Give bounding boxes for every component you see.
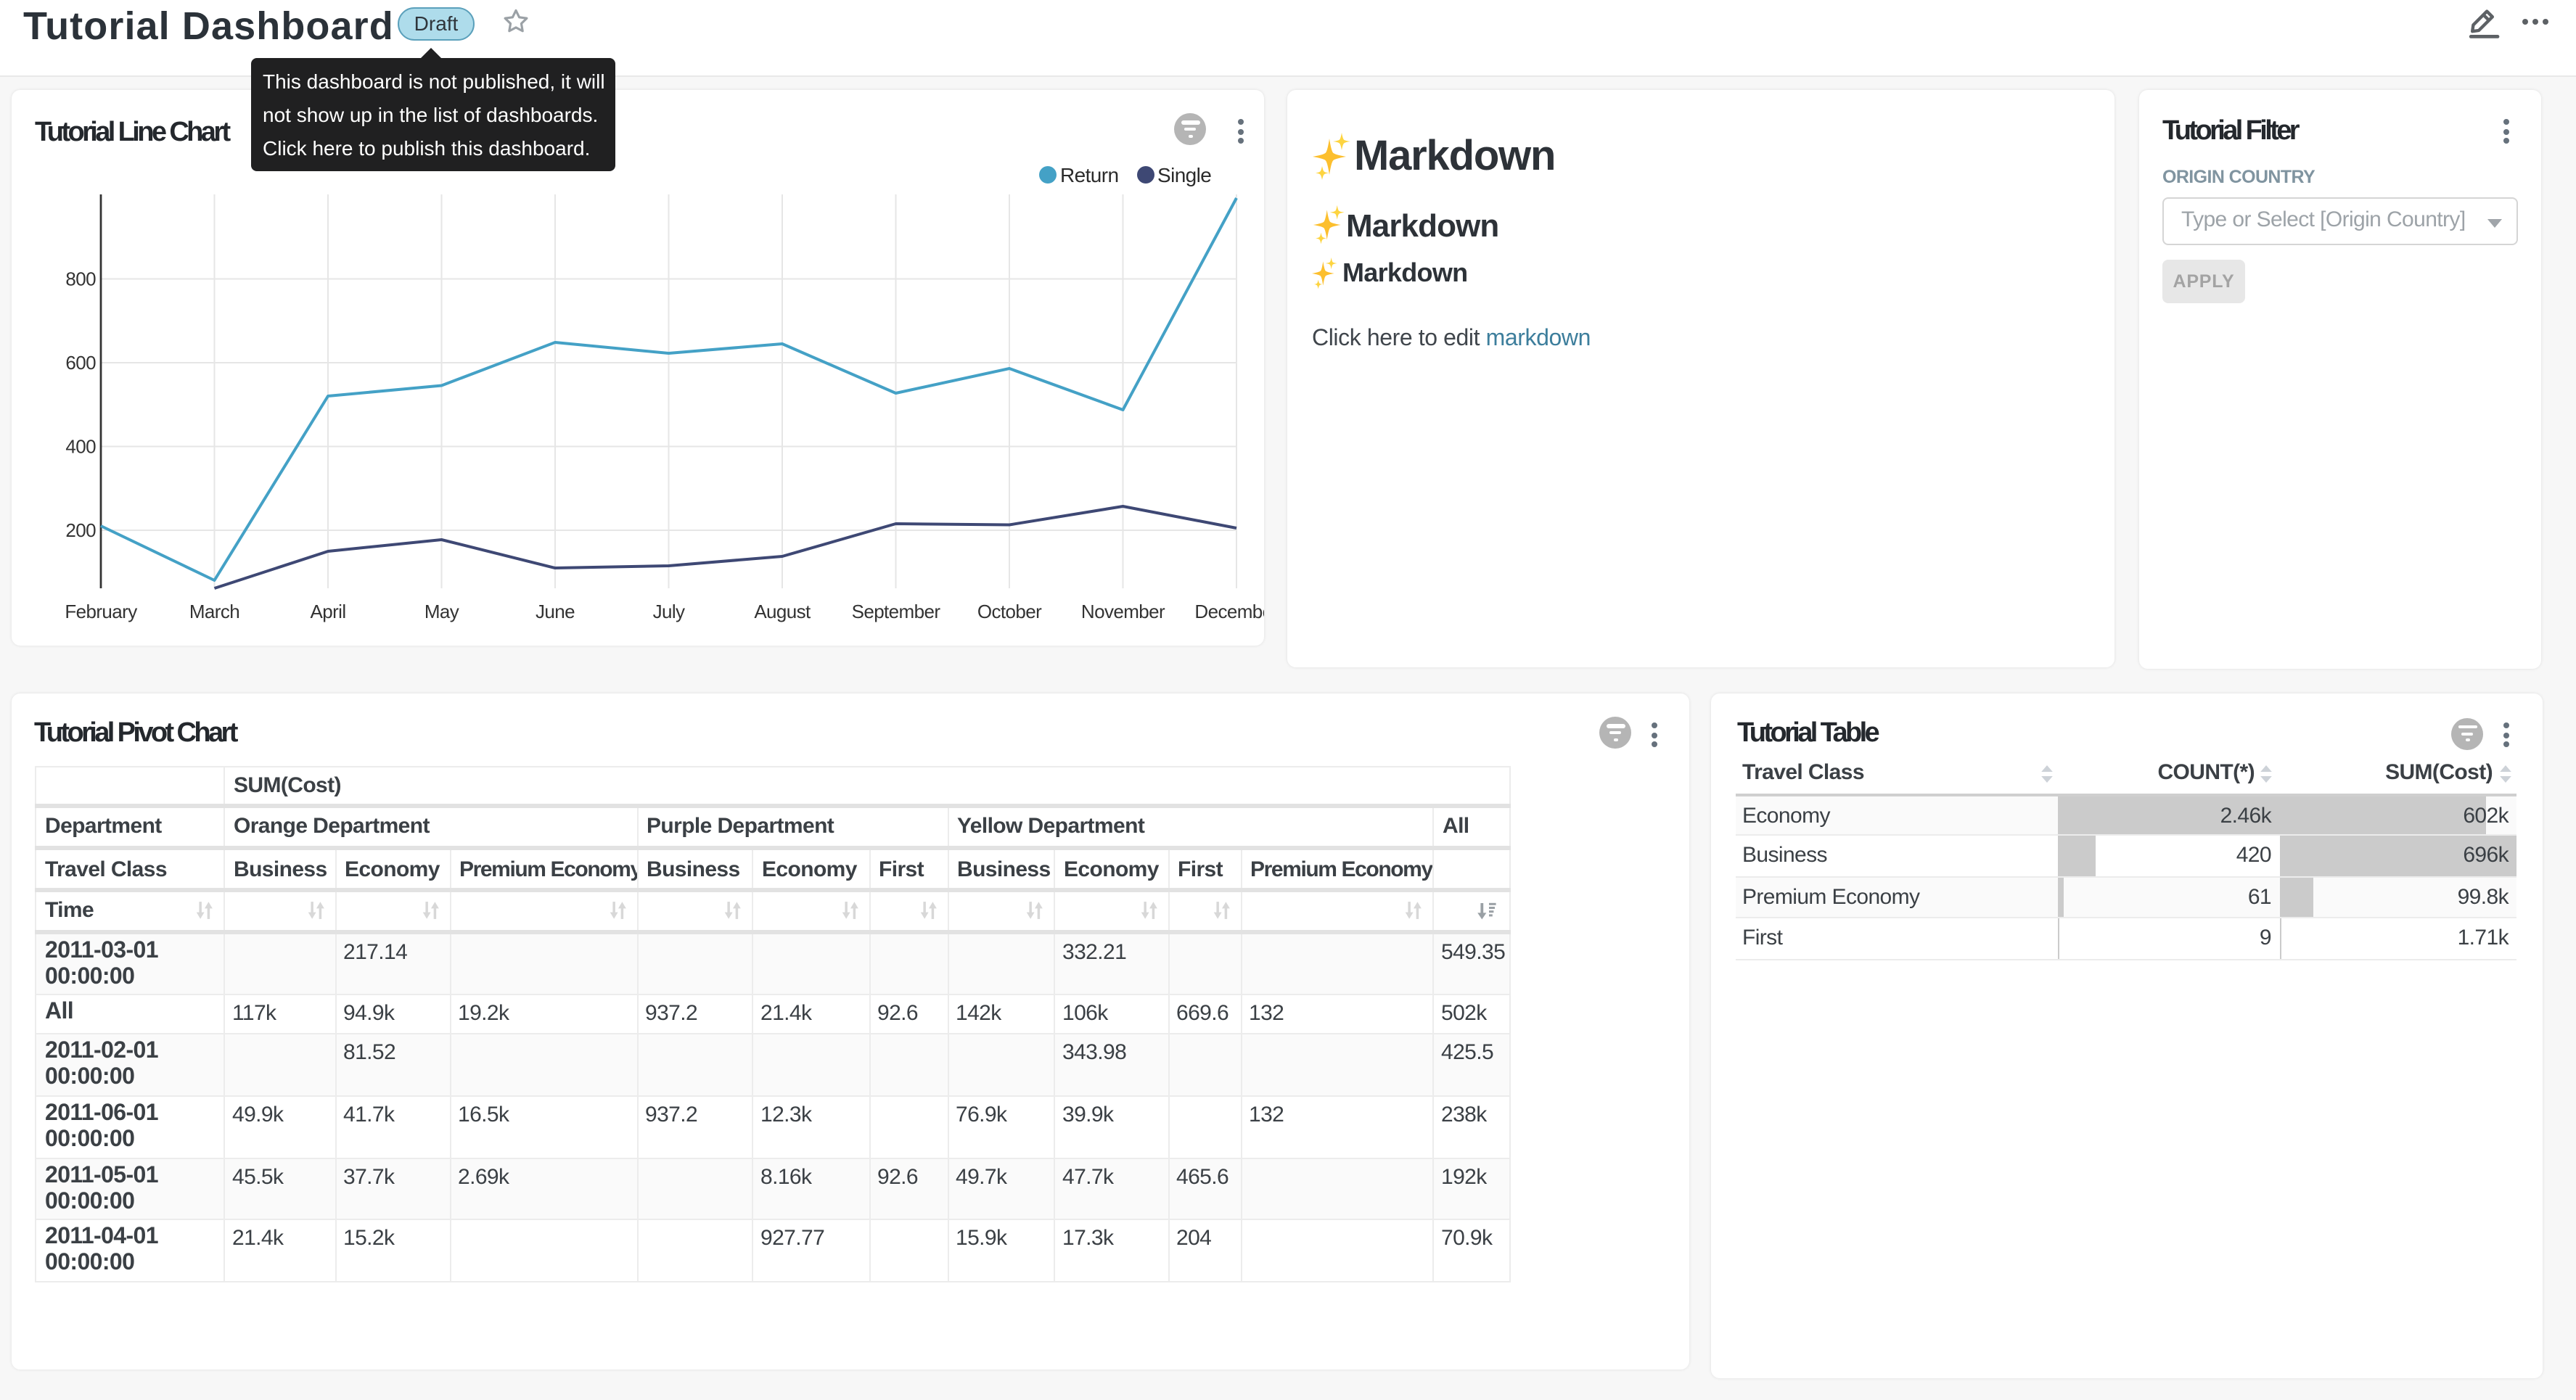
svg-text:November: November bbox=[1080, 601, 1165, 622]
svg-text:July: July bbox=[652, 601, 684, 622]
svg-text:October: October bbox=[977, 601, 1041, 622]
svg-text:400: 400 bbox=[65, 436, 95, 458]
svg-text:May: May bbox=[424, 601, 459, 622]
svg-text:August: August bbox=[753, 601, 811, 622]
svg-text:800: 800 bbox=[65, 268, 95, 290]
svg-text:December: December bbox=[1194, 601, 1263, 622]
svg-text:February: February bbox=[64, 601, 136, 622]
svg-text:Single: Single bbox=[1157, 164, 1210, 186]
svg-text:200: 200 bbox=[65, 519, 95, 541]
svg-text:September: September bbox=[851, 601, 940, 622]
svg-text:Return: Return bbox=[1059, 164, 1117, 186]
svg-text:June: June bbox=[535, 601, 574, 622]
svg-text:600: 600 bbox=[65, 352, 95, 374]
svg-text:March: March bbox=[189, 601, 239, 622]
svg-text:April: April bbox=[309, 601, 345, 622]
